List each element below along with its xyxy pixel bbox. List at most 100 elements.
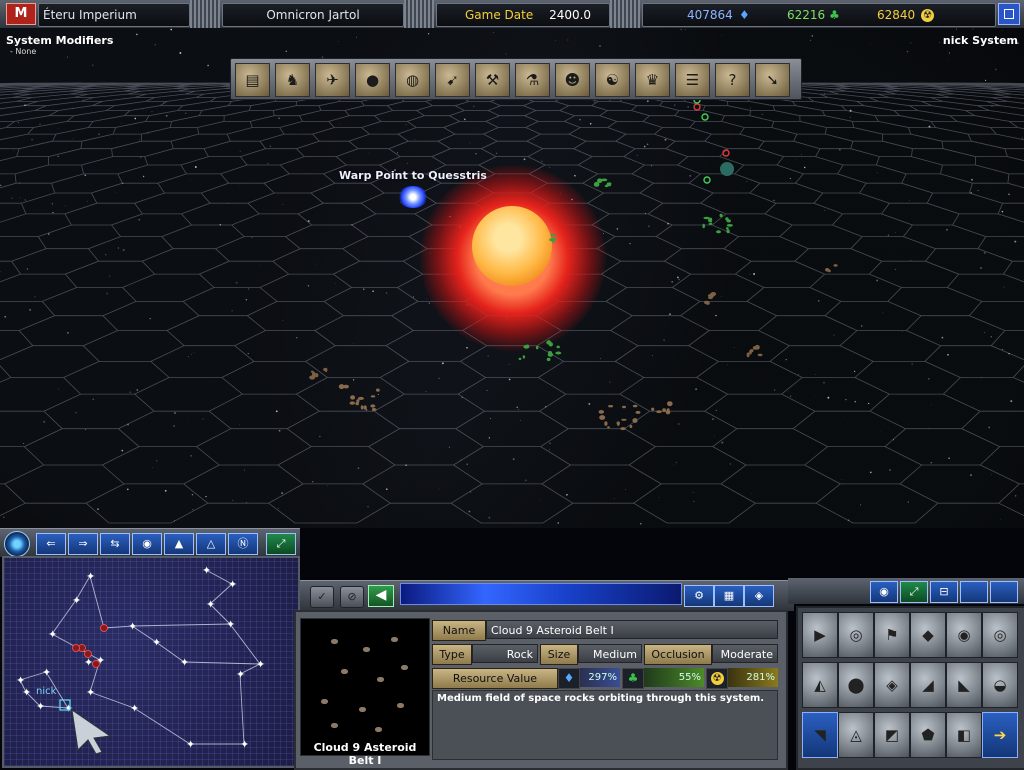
action-tab-4[interactable] (960, 581, 988, 603)
minimap-system-star[interactable]: ✦ (84, 656, 93, 669)
action-button-shield[interactable]: ⬟ (910, 712, 946, 758)
green-asteroid[interactable] (555, 352, 561, 355)
minimap-filter-button-4[interactable]: △ (196, 533, 226, 555)
action-button-formation[interactable]: ◭ (802, 662, 838, 708)
green-asteroid[interactable] (557, 346, 560, 349)
asteroid-belt-rock[interactable] (355, 402, 359, 406)
action-tab-1[interactable]: ◉ (870, 581, 898, 603)
system-viewport[interactable]: System Modifiers - None nick System Warp… (0, 28, 1024, 528)
minimap-canvas[interactable]: ✦✦✦✦✦✦✦✦✦✦✦✦✦✦✦✦✦✦✦✦✦✦✦✦ (4, 558, 298, 766)
end-turn-button[interactable]: ➘ (755, 63, 790, 97)
asteroid-belt-rock[interactable] (361, 405, 364, 409)
planet[interactable] (720, 162, 734, 176)
minimap-system-star[interactable]: ✦ (228, 578, 237, 591)
minimap-system-star[interactable]: ✦ (236, 668, 245, 681)
asteroid-belt-rock[interactable] (825, 268, 829, 272)
intelligence-button[interactable]: ☻ (555, 63, 590, 97)
green-asteroid[interactable] (550, 234, 555, 237)
cancel-button[interactable]: ⊘ (340, 586, 364, 608)
ship-marker[interactable] (704, 177, 710, 183)
empire-button[interactable]: ♞ (275, 63, 310, 97)
asteroid-belt-rock[interactable] (632, 418, 637, 423)
action-button-orders[interactable]: ➔ (982, 712, 1018, 758)
minimap-system-star[interactable]: ✦ (64, 702, 73, 715)
action-button-cargo[interactable]: ◥ (802, 712, 838, 758)
green-asteroid[interactable] (523, 345, 529, 349)
asteroid-belt-rock[interactable] (667, 401, 673, 406)
asteroid-belt-rock[interactable] (630, 425, 633, 428)
action-button-target[interactable]: ◉ (946, 612, 982, 658)
diplomacy-button[interactable]: ☯ (595, 63, 630, 97)
design-button[interactable]: ⚒ (475, 63, 510, 97)
green-asteroid[interactable] (546, 340, 551, 344)
asteroid-belt-rock[interactable] (371, 395, 376, 397)
confirm-button[interactable]: ✓ (310, 586, 334, 608)
colonies-button[interactable]: ◍ (395, 63, 430, 97)
green-asteroid[interactable] (709, 218, 712, 223)
asteroid-belt-rock[interactable] (667, 408, 670, 411)
asteroid-belt-rock[interactable] (358, 397, 364, 400)
log-button[interactable]: ☰ (675, 63, 710, 97)
action-button-fleet[interactable]: ◈ (874, 662, 910, 708)
action-button-mine[interactable]: ◬ (838, 712, 874, 758)
minimap-system-star[interactable]: ✦ (226, 618, 235, 631)
asteroid-belt-rock[interactable] (621, 419, 627, 421)
minimap-system-star[interactable]: ✦ (86, 570, 95, 583)
minimap-filter-button-1[interactable]: ⇆ (100, 533, 130, 555)
green-asteroid[interactable] (519, 358, 522, 360)
action-button-warp[interactable]: ◎ (982, 612, 1018, 658)
asteroid-belt-rock[interactable] (363, 405, 366, 409)
green-asteroid[interactable] (606, 183, 611, 186)
asteroid-belt-rock[interactable] (599, 410, 604, 414)
asteroid-belt-rock[interactable] (620, 427, 626, 430)
empire-logo-icon[interactable]: M (6, 3, 36, 25)
asteroid-belt-rock[interactable] (323, 368, 326, 371)
back-button[interactable]: ◀ (368, 585, 394, 607)
info-map-button[interactable]: ◈ (744, 585, 774, 607)
planets-button[interactable]: ● (355, 63, 390, 97)
minimap-system-star[interactable]: ✦ (72, 594, 81, 607)
enemy-system-marker[interactable] (93, 661, 100, 668)
green-asteroid[interactable] (727, 224, 733, 227)
asteroid-belt-rock[interactable] (312, 372, 316, 377)
green-asteroid[interactable] (702, 224, 705, 229)
minimap-system-star[interactable]: ✦ (256, 658, 265, 671)
action-button-build[interactable]: ◧ (946, 712, 982, 758)
enemy-system-marker[interactable] (101, 625, 108, 632)
green-asteroid[interactable] (726, 227, 729, 229)
asteroid-belt-rock[interactable] (711, 292, 717, 296)
minimap-system-star[interactable]: ✦ (240, 738, 249, 751)
asteroid-belt-rock[interactable] (636, 411, 641, 414)
asteroid-belt-rock[interactable] (706, 302, 710, 305)
enemy-system-marker[interactable] (85, 651, 92, 658)
asteroid-belt-rock[interactable] (656, 410, 662, 413)
green-asteroid[interactable] (597, 178, 602, 183)
minimap-system-star[interactable]: ✦ (186, 738, 195, 751)
asteroid-belt-rock[interactable] (758, 354, 763, 357)
asteroid-belt-rock[interactable] (651, 408, 654, 411)
asteroid-belt-rock[interactable] (372, 408, 375, 411)
galaxy-minimap[interactable]: ✦✦✦✦✦✦✦✦✦✦✦✦✦✦✦✦✦✦✦✦✦✦✦✦ nick (2, 556, 300, 768)
action-tab-2[interactable]: ⤢ (900, 581, 928, 603)
green-asteroid[interactable] (547, 358, 551, 361)
minimap-filter-button-5[interactable]: Ⓝ (228, 533, 258, 555)
window-close-button[interactable] (998, 3, 1020, 25)
minimap-filter-button-2[interactable]: ◉ (132, 533, 162, 555)
minimap-system-star[interactable]: ✦ (202, 564, 211, 577)
action-button-retreat[interactable]: ◢ (910, 662, 946, 708)
action-button-sentry[interactable]: ⬤ (838, 662, 874, 708)
green-asteroid[interactable] (548, 351, 552, 354)
asteroid-belt-rock[interactable] (662, 408, 666, 412)
minimap-system-star[interactable]: ✦ (86, 686, 95, 699)
green-asteroid[interactable] (523, 355, 525, 358)
minimap-system-star[interactable]: ✦ (180, 656, 189, 669)
green-asteroid[interactable] (716, 230, 721, 233)
green-asteroid[interactable] (709, 223, 713, 225)
green-asteroid[interactable] (727, 229, 730, 233)
ships-button[interactable]: ✈ (315, 63, 350, 97)
asteroid-belt-rock[interactable] (607, 426, 610, 428)
green-asteroid[interactable] (549, 238, 554, 241)
minimap-expand-button[interactable]: ⤢ (266, 533, 296, 555)
info-report-button[interactable]: ▦ (714, 585, 744, 607)
action-button-flag[interactable]: ⚑ (874, 612, 910, 658)
